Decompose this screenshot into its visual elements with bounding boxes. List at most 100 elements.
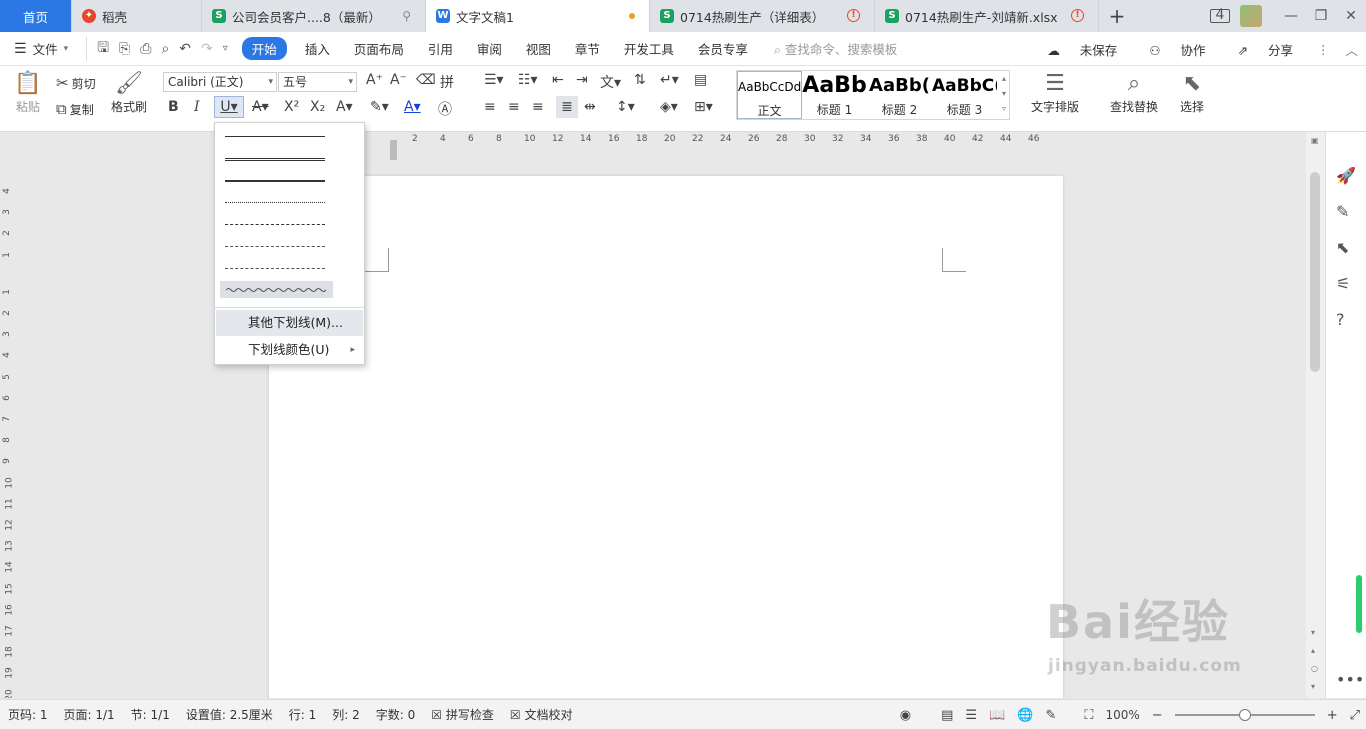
export-pdf-icon[interactable]: ⎘	[119, 41, 130, 57]
more-dots-icon[interactable]: •••	[1336, 670, 1364, 689]
minimize-icon[interactable]: —	[1276, 8, 1306, 24]
avatar[interactable]	[1240, 5, 1262, 27]
restore-icon[interactable]: ❐	[1306, 8, 1336, 24]
subscript-icon[interactable]: X₂	[310, 99, 325, 115]
zoom-slider[interactable]	[1174, 709, 1315, 721]
tab-prod-detail[interactable]: S 0714热刷生产（详细表） !	[650, 0, 875, 32]
table-lines-icon[interactable]: ▤	[694, 72, 707, 88]
help-icon[interactable]: ?	[1336, 310, 1345, 329]
collapse-ribbon-icon[interactable]: ︿	[1337, 40, 1366, 59]
style-heading-2[interactable]: AaBb( 标题 2	[867, 71, 932, 119]
underline-color-item[interactable]: 下划线颜色(U) ▸	[216, 337, 363, 363]
align-right-icon[interactable]: ≡	[532, 99, 544, 115]
bullet-list-icon[interactable]: ☰▾	[484, 72, 504, 88]
style-normal[interactable]: AaBbCcDd 正文	[737, 71, 802, 119]
write-mode-icon[interactable]: ✎	[1039, 708, 1062, 723]
window-count-badge[interactable]: 4	[1210, 8, 1230, 23]
border-icon[interactable]: ⊞▾	[694, 99, 713, 115]
tab-review[interactable]: 审阅	[465, 39, 514, 58]
save-icon[interactable]: 🖫	[97, 37, 109, 61]
page-view-icon[interactable]: ▤	[935, 708, 959, 723]
prev-page-icon[interactable]: ▴	[1311, 646, 1315, 655]
chinese-layout-icon[interactable]: 文▾	[600, 72, 621, 92]
rocket-icon[interactable]: 🚀	[1336, 166, 1356, 185]
vertical-ruler[interactable]: 4 3 2 1 1 2 3 4 5 6 7 8 9 10 11 12 13 14 15 16 17 18 19 20	[0, 132, 16, 698]
find-replace-button[interactable]: ⌕ 查找替换	[1104, 70, 1164, 115]
italic-icon[interactable]: I	[194, 99, 200, 115]
horizontal-ruler[interactable]: 2 4 6 8 10 12 14 16 18 20 22 24 26 28 30 32 34 36 38 40 42 44…	[366, 132, 1066, 148]
outline-view-icon[interactable]: ☰	[959, 708, 983, 723]
fullscreen-icon[interactable]: ⤢	[1344, 708, 1366, 723]
grow-font-icon[interactable]: A⁺	[366, 72, 383, 88]
file-menu[interactable]: ☰ 文件 ▾	[0, 39, 80, 58]
tab-prod-xlsx[interactable]: S 0714热刷生产-刘靖新.xlsx !	[875, 0, 1099, 32]
pen-icon[interactable]: ✎	[1336, 202, 1349, 221]
strikethrough-icon[interactable]: A▾	[252, 99, 269, 115]
underline-double[interactable]	[225, 148, 325, 168]
shading-icon[interactable]: ◈▾	[660, 99, 678, 115]
cursor-select-icon[interactable]: ⬉	[1336, 238, 1349, 257]
shrink-font-icon[interactable]: A⁻	[390, 72, 407, 88]
tab-daoke[interactable]: ✦ 稻壳	[72, 0, 202, 32]
reading-view-icon[interactable]: 📖	[983, 708, 1011, 723]
distribute-icon[interactable]: ⇹	[584, 99, 596, 115]
underline-dash-dot[interactable]	[225, 236, 325, 256]
font-name-select[interactable]: Calibri (正文)	[163, 72, 277, 92]
collab-button[interactable]: ⚇ 协作	[1133, 40, 1221, 59]
underline-single[interactable]	[225, 126, 325, 146]
more-underlines-item[interactable]: 其他下划线(M)...	[216, 310, 363, 336]
superscript-icon[interactable]: X²	[284, 99, 299, 115]
tab-insert[interactable]: 插入	[293, 39, 342, 58]
scroll-thumb[interactable]	[1310, 172, 1320, 372]
bold-icon[interactable]: B	[168, 99, 179, 115]
align-left-icon[interactable]: ≡	[484, 99, 496, 115]
select-button[interactable]: ⬉ 选择	[1172, 70, 1212, 115]
tab-member[interactable]: 会员专享	[686, 39, 760, 58]
font-color-icon[interactable]: A▾	[404, 99, 421, 115]
justify-icon[interactable]: ≣	[556, 96, 578, 118]
style-heading-3[interactable]: AaBbC( 标题 3	[932, 71, 997, 119]
status-words[interactable]: 字数: 0	[368, 706, 424, 723]
underline-dashed[interactable]	[225, 214, 325, 234]
ruler-toggle-icon[interactable]: ▣	[1311, 136, 1319, 145]
numbered-list-icon[interactable]: ☷▾	[518, 72, 538, 88]
redo-icon[interactable]: ↷	[201, 41, 213, 57]
increase-indent-icon[interactable]: ⇥	[576, 72, 588, 88]
select-browse-icon[interactable]: ○	[1311, 664, 1318, 673]
decrease-indent-icon[interactable]: ⇤	[552, 72, 564, 88]
text-layout-button[interactable]: ☰ 文字排版	[1024, 70, 1086, 115]
customize-icon[interactable]: ▿	[223, 43, 228, 54]
font-size-select[interactable]: 五号	[278, 72, 357, 92]
highlight-icon[interactable]: ✎▾	[370, 99, 389, 115]
tab-developer[interactable]: 开发工具	[612, 39, 686, 58]
print-preview-icon[interactable]: ⌕	[161, 41, 169, 57]
tab-member-sheet[interactable]: S 公司会员客户....8（最新） ⚲	[202, 0, 426, 32]
document-page[interactable]	[269, 176, 1063, 698]
line-spacing-icon[interactable]: ↕▾	[616, 99, 635, 115]
tab-view[interactable]: 视图	[514, 39, 563, 58]
more-icon[interactable]: ⋮	[1309, 42, 1338, 57]
tab-document[interactable]: W 文字文稿1	[426, 0, 650, 32]
show-marks-icon[interactable]: ↵▾	[660, 72, 679, 88]
underline-dash-dot-dot[interactable]	[225, 258, 325, 278]
style-scroll[interactable]: ▴ ▾ ▿	[999, 71, 1009, 116]
fit-page-icon[interactable]: ⛶	[1078, 708, 1099, 723]
underline-button[interactable]: U▾	[214, 96, 244, 118]
underline-thick[interactable]	[225, 170, 325, 190]
cut-button[interactable]: ✂ 剪切	[56, 74, 96, 92]
unsaved-button[interactable]: ☁ 未保存	[1031, 40, 1133, 59]
style-heading-1[interactable]: AaBb 标题 1	[802, 71, 867, 119]
tab-references[interactable]: 引用	[416, 39, 465, 58]
web-view-icon[interactable]: 🌐	[1011, 708, 1039, 723]
align-center-icon[interactable]: ≡	[508, 99, 520, 115]
format-painter-button[interactable]: 🖌 格式刷	[108, 70, 150, 115]
paste-button[interactable]: 📋 粘贴	[10, 70, 46, 115]
command-search[interactable]: ⌕ 查找命令、搜索模板	[760, 39, 898, 58]
undo-icon[interactable]: ↶	[179, 41, 191, 57]
sort-icon[interactable]: ⇅	[634, 72, 646, 88]
underline-dotted[interactable]	[225, 192, 325, 212]
close-icon[interactable]: ✕	[1336, 8, 1366, 24]
new-tab-button[interactable]: +	[1099, 0, 1135, 32]
next-page-icon[interactable]: ▾	[1311, 682, 1315, 691]
char-border-icon[interactable]: Ⓐ	[438, 99, 452, 119]
